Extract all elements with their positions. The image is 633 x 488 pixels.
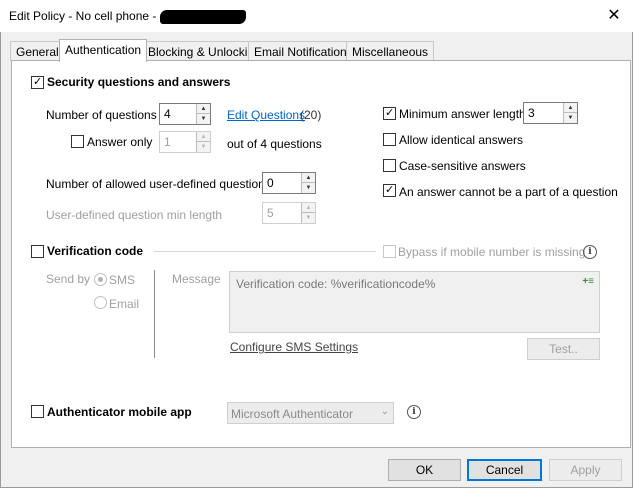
tab-email-notifications[interactable]: Email Notifications — [248, 41, 359, 61]
cancel-button[interactable]: Cancel — [467, 459, 542, 481]
answer-only-checkbox[interactable] — [71, 135, 84, 148]
out-of-label: out of 4 questions — [227, 137, 322, 151]
tab-miscellaneous[interactable]: Miscellaneous — [346, 41, 435, 61]
spin-up-icon[interactable]: ▲ — [564, 103, 577, 113]
spin-up-icon[interactable]: ▲ — [197, 104, 210, 114]
stepper-buttons: ▲ ▼ — [196, 104, 210, 124]
chevron-down-icon: ⌄ — [380, 406, 389, 417]
case-sensitive-checkbox[interactable] — [383, 159, 396, 172]
user-defined-min-label: User-defined question min length — [46, 208, 223, 222]
authenticator-checkbox[interactable] — [31, 405, 44, 418]
allow-identical-checkbox[interactable] — [383, 133, 396, 146]
user-defined-min-value: 5 — [267, 206, 274, 220]
spin-down-icon[interactable]: ▼ — [197, 142, 210, 152]
bypass-label: Bypass if mobile number is missing — [398, 245, 586, 259]
spin-down-icon[interactable]: ▼ — [302, 183, 315, 193]
number-of-questions-label: Number of questions — [46, 108, 157, 122]
stepper-buttons: ▲ ▼ — [301, 173, 315, 193]
close-icon[interactable]: ✕ — [600, 4, 628, 28]
edit-questions-count: (20) — [300, 108, 322, 122]
apply-button[interactable]: Apply — [549, 459, 622, 481]
authenticator-label: Authenticator mobile app — [47, 405, 192, 419]
message-value: Verification code: %verificationcode% — [236, 277, 436, 291]
tab-general[interactable]: General — [10, 41, 65, 61]
number-of-questions-value: 4 — [164, 107, 171, 121]
stepper-buttons: ▲ ▼ — [301, 203, 315, 223]
allowed-user-defined-stepper[interactable]: 0 ▲ ▼ — [262, 172, 316, 194]
bypass-checkbox[interactable] — [383, 245, 396, 258]
window-title: Edit Policy - No cell phone - — [9, 9, 157, 23]
email-radio[interactable] — [94, 296, 107, 309]
configure-sms-link[interactable]: Configure SMS Settings — [230, 340, 358, 354]
case-sensitive-label: Case-sensitive answers — [399, 159, 526, 173]
stepper-buttons: ▲ ▼ — [196, 132, 210, 152]
check-icon: ✓ — [385, 107, 395, 119]
vertical-divider — [154, 270, 155, 358]
answer-only-stepper[interactable]: 1 ▲ ▼ — [159, 131, 211, 153]
send-by-label: Send by — [46, 272, 91, 286]
spin-down-icon[interactable]: ▼ — [302, 213, 315, 223]
allowed-user-defined-label: Number of allowed user-defined questions — [46, 177, 271, 191]
sms-label: SMS — [109, 273, 136, 287]
authenticator-select-value: Microsoft Authenticator — [231, 407, 354, 421]
edit-questions-link[interactable]: Edit Questions — [227, 108, 305, 122]
check-icon: ✓ — [33, 76, 43, 88]
info-icon[interactable]: i — [407, 405, 421, 419]
answer-not-part-label: An answer cannot be a part of a question — [399, 185, 618, 199]
redacted-name — [160, 10, 246, 24]
message-label: Message — [172, 272, 221, 286]
min-answer-length-stepper[interactable]: 3 ▲ ▼ — [523, 102, 578, 124]
security-questions-label: Security questions and answers — [47, 75, 231, 89]
min-answer-length-label: Minimum answer length — [399, 107, 526, 121]
answer-only-label: Answer only — [87, 135, 153, 149]
verification-code-label: Verification code — [47, 244, 144, 258]
insert-variable-icon[interactable]: +≡ — [582, 276, 594, 287]
test-button[interactable]: Test.. — [527, 338, 600, 360]
min-answer-length-value: 3 — [528, 106, 535, 120]
allowed-user-defined-value: 0 — [267, 176, 274, 190]
authenticator-select[interactable]: Microsoft Authenticator ⌄ — [227, 402, 394, 424]
ok-button[interactable]: OK — [388, 459, 461, 481]
email-label: Email — [109, 297, 140, 311]
spin-up-icon[interactable]: ▲ — [197, 132, 210, 142]
radio-selected-dot — [98, 277, 103, 282]
spin-up-icon[interactable]: ▲ — [302, 203, 315, 213]
check-icon: ✓ — [385, 184, 395, 196]
number-of-questions-stepper[interactable]: 4 ▲ ▼ — [159, 103, 211, 125]
tab-authentication[interactable]: Authentication — [59, 39, 148, 62]
user-defined-min-stepper[interactable]: 5 ▲ ▼ — [262, 202, 316, 224]
stepper-buttons: ▲ ▼ — [563, 103, 577, 123]
min-answer-length-checkbox[interactable]: ✓ — [383, 107, 396, 120]
spin-up-icon[interactable]: ▲ — [302, 173, 315, 183]
sms-radio[interactable] — [94, 273, 107, 286]
message-textarea[interactable]: Verification code: %verificationcode% +≡ — [229, 271, 600, 333]
allow-identical-label: Allow identical answers — [399, 133, 524, 147]
security-questions-checkbox[interactable]: ✓ — [31, 76, 44, 89]
answer-only-value: 1 — [164, 135, 171, 149]
answer-not-part-checkbox[interactable]: ✓ — [383, 184, 396, 197]
info-icon[interactable]: i — [583, 245, 597, 259]
verification-code-checkbox[interactable] — [31, 245, 44, 258]
spin-down-icon[interactable]: ▼ — [564, 113, 577, 123]
section-divider — [154, 251, 376, 252]
spin-down-icon[interactable]: ▼ — [197, 114, 210, 124]
